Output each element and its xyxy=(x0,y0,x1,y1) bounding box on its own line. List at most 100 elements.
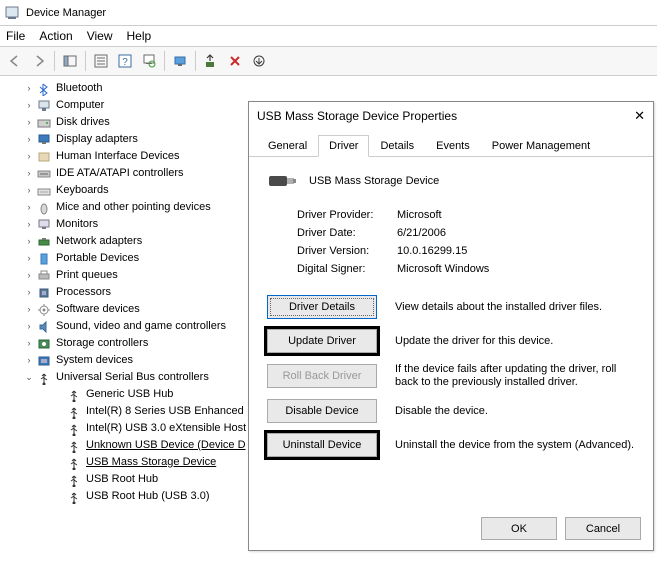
show-hide-button[interactable] xyxy=(59,50,81,72)
update-driver-button-dialog[interactable]: Update Driver xyxy=(267,329,377,353)
expand-icon[interactable]: › xyxy=(24,148,34,165)
usb-icon xyxy=(66,438,82,454)
keyboard-icon xyxy=(36,183,52,199)
tree-item-label: USB Root Hub (USB 3.0) xyxy=(86,488,210,505)
tab-events[interactable]: Events xyxy=(425,135,481,157)
menu-action[interactable]: Action xyxy=(39,29,72,43)
menu-bar: File Action View Help xyxy=(0,26,657,46)
update-driver-button[interactable] xyxy=(169,50,191,72)
usb-icon xyxy=(66,472,82,488)
tab-power-management[interactable]: Power Management xyxy=(481,135,601,157)
printer-icon xyxy=(36,268,52,284)
usb-icon xyxy=(66,421,82,437)
expand-icon[interactable]: › xyxy=(24,233,34,250)
driver-details-button[interactable]: Driver Details xyxy=(267,295,377,319)
expand-icon[interactable]: › xyxy=(24,182,34,199)
forward-button[interactable] xyxy=(28,50,50,72)
expand-icon[interactable]: › xyxy=(24,284,34,301)
properties-button[interactable] xyxy=(90,50,112,72)
usb-icon xyxy=(66,387,82,403)
expand-icon[interactable]: › xyxy=(24,131,34,148)
tree-item-label: Disk drives xyxy=(56,114,110,131)
dialog-tabs: General Driver Details Events Power Mana… xyxy=(249,134,653,157)
expand-icon[interactable]: › xyxy=(24,335,34,352)
tree-item-label: Bluetooth xyxy=(56,80,102,97)
dialog-title: USB Mass Storage Device Properties xyxy=(257,109,457,123)
tab-details[interactable]: Details xyxy=(369,135,425,157)
tree-item-label: Software devices xyxy=(56,301,140,318)
window-titlebar: Device Manager xyxy=(0,0,657,26)
usb-icon xyxy=(36,370,52,386)
tree-item-label: USB Mass Storage Device xyxy=(86,454,216,471)
expand-icon[interactable]: › xyxy=(24,199,34,216)
uninstall-device-desc: Uninstall the device from the system (Ad… xyxy=(395,439,639,452)
menu-view[interactable]: View xyxy=(87,29,113,43)
expand-icon[interactable]: › xyxy=(24,165,34,182)
uninstall-button[interactable] xyxy=(224,50,246,72)
tree-item-label: Universal Serial Bus controllers xyxy=(56,369,209,386)
tree-item-label: Human Interface Devices xyxy=(56,148,180,165)
tree-item-label: Intel(R) 8 Series USB Enhanced xyxy=(86,403,244,420)
device-name: USB Mass Storage Device xyxy=(309,175,439,187)
tab-general[interactable]: General xyxy=(257,135,318,157)
disk-icon xyxy=(36,115,52,131)
back-button[interactable] xyxy=(4,50,26,72)
driver-info: Driver Provider:Microsoft Driver Date:6/… xyxy=(263,209,639,275)
expand-icon[interactable]: › xyxy=(24,318,34,335)
device-icon xyxy=(267,171,297,191)
scan-changes-button[interactable] xyxy=(248,50,270,72)
tree-item-label: USB Root Hub xyxy=(86,471,158,488)
expand-icon[interactable]: › xyxy=(24,267,34,284)
expand-icon[interactable]: › xyxy=(24,216,34,233)
software-icon xyxy=(36,302,52,318)
ok-button[interactable]: OK xyxy=(481,517,557,540)
driver-date-value: 6/21/2006 xyxy=(397,227,446,239)
cancel-button[interactable]: Cancel xyxy=(565,517,641,540)
tree-item-label: Network adapters xyxy=(56,233,142,250)
driver-version-value: 10.0.16299.15 xyxy=(397,245,467,257)
expand-icon[interactable]: › xyxy=(24,250,34,267)
update-driver-desc: Update the driver for this device. xyxy=(395,335,639,348)
tree-item[interactable]: › Bluetooth xyxy=(8,80,655,97)
usb-icon xyxy=(66,404,82,420)
hid-icon xyxy=(36,149,52,165)
dialog-footer: OK Cancel xyxy=(481,517,641,540)
scan-button[interactable] xyxy=(138,50,160,72)
expand-icon[interactable]: › xyxy=(24,301,34,318)
bluetooth-icon xyxy=(36,81,52,97)
disable-device-button[interactable]: Disable Device xyxy=(267,399,377,423)
enable-button[interactable] xyxy=(200,50,222,72)
expand-icon[interactable]: › xyxy=(24,97,34,114)
tree-item-label: Storage controllers xyxy=(56,335,148,352)
tree-item-label: Keyboards xyxy=(56,182,109,199)
driver-provider-label: Driver Provider: xyxy=(297,209,397,221)
menu-help[interactable]: Help xyxy=(127,29,152,43)
svg-text:?: ? xyxy=(122,57,128,68)
menu-file[interactable]: File xyxy=(6,29,25,43)
driver-details-desc: View details about the installed driver … xyxy=(395,301,639,314)
expand-icon[interactable]: › xyxy=(24,80,34,97)
dialog-body: USB Mass Storage Device Driver Provider:… xyxy=(249,157,653,457)
cpu-icon xyxy=(36,285,52,301)
tree-item-label: Display adapters xyxy=(56,131,138,148)
digital-signer-value: Microsoft Windows xyxy=(397,263,489,275)
roll-back-driver-desc: If the device fails after updating the d… xyxy=(395,363,639,389)
tree-item-label: Portable Devices xyxy=(56,250,139,267)
app-icon xyxy=(4,5,20,21)
tree-item-label: Sound, video and game controllers xyxy=(56,318,226,335)
window-title: Device Manager xyxy=(26,7,106,19)
usb-icon xyxy=(66,455,82,471)
tab-driver[interactable]: Driver xyxy=(318,135,369,157)
collapse-icon[interactable]: ⌄ xyxy=(24,369,34,386)
expand-icon[interactable]: › xyxy=(24,114,34,131)
close-button[interactable]: ✕ xyxy=(634,108,645,124)
expand-icon[interactable]: › xyxy=(24,352,34,369)
tree-item-label: Generic USB Hub xyxy=(86,386,173,403)
tree-item-label: System devices xyxy=(56,352,133,369)
monitor-icon xyxy=(36,217,52,233)
display-icon xyxy=(36,132,52,148)
uninstall-device-button[interactable]: Uninstall Device xyxy=(267,433,377,457)
system-icon xyxy=(36,353,52,369)
help-button[interactable]: ? xyxy=(114,50,136,72)
tree-item-label: Processors xyxy=(56,284,111,301)
